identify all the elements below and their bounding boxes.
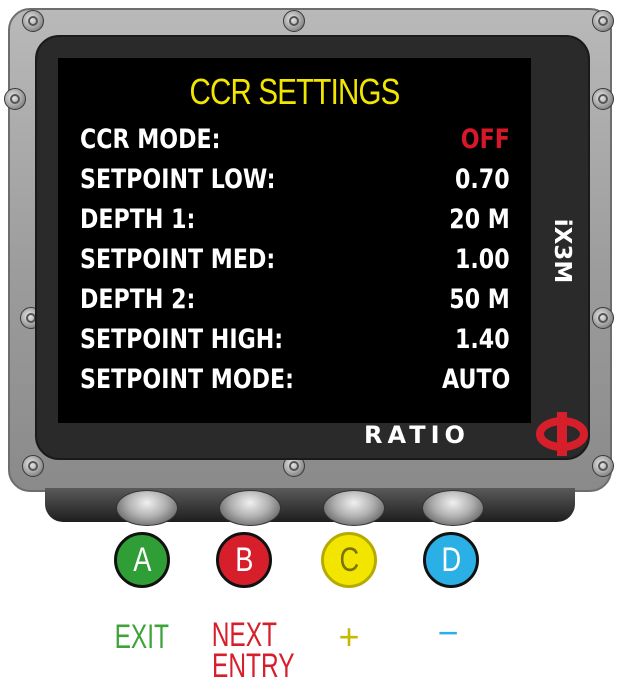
screen-title: CCR SETTINGS	[189, 71, 401, 112]
setting-label: DEPTH 1:	[80, 204, 196, 235]
screw-icon	[592, 307, 614, 329]
setting-label: SETPOINT MODE:	[80, 364, 295, 395]
screw-icon	[592, 88, 614, 110]
setting-value: AUTO	[441, 364, 510, 395]
setting-label: SETPOINT MED:	[80, 244, 276, 275]
button-knob-c[interactable]	[323, 490, 385, 526]
setting-row-setpoint-high[interactable]: SETPOINT HIGH: 1.40	[80, 324, 510, 362]
caption-line-2: ENTRY	[212, 647, 295, 685]
button-a-letter: A	[132, 541, 152, 579]
button-b-badge[interactable]: B	[216, 532, 272, 588]
setting-label: SETPOINT HIGH:	[80, 324, 284, 355]
setting-value: OFF	[460, 124, 510, 155]
display-screen: CCR SETTINGS CCR MODE: OFF SETPOINT LOW:…	[58, 58, 531, 423]
setting-value: 1.40	[455, 324, 510, 355]
phi-logo-icon	[536, 412, 588, 456]
brand-name: RATIO	[364, 421, 470, 449]
model-name: iX3M	[549, 218, 575, 284]
setting-label: SETPOINT LOW:	[80, 164, 276, 195]
button-c-letter: C	[339, 541, 359, 579]
setting-row-depth-2[interactable]: DEPTH 2: 50 M	[80, 284, 510, 322]
screw-icon	[592, 455, 614, 477]
button-d-letter: D	[441, 541, 461, 579]
setting-label: DEPTH 2:	[80, 284, 196, 315]
button-b-letter: B	[234, 541, 254, 579]
next-entry-caption: NEXT ENTRY	[196, 618, 295, 685]
screw-icon	[4, 88, 26, 110]
setting-value: 20 M	[449, 204, 510, 235]
plus-caption: +	[338, 616, 360, 657]
setting-row-setpoint-mode[interactable]: SETPOINT MODE: AUTO	[80, 364, 510, 402]
setting-value: 0.70	[455, 164, 510, 195]
screw-icon	[22, 455, 44, 477]
model-label: iX3M	[532, 214, 590, 294]
button-knob-b[interactable]	[219, 490, 281, 526]
setting-value: 1.00	[455, 244, 510, 275]
setting-row-ccr-mode[interactable]: CCR MODE: OFF	[80, 124, 510, 162]
screw-icon	[592, 10, 614, 32]
button-d-badge[interactable]: D	[423, 532, 479, 588]
setting-row-setpoint-low[interactable]: SETPOINT LOW: 0.70	[80, 164, 510, 202]
button-knob-d[interactable]	[422, 490, 484, 526]
setting-row-depth-1[interactable]: DEPTH 1: 20 M	[80, 204, 510, 242]
button-a-badge[interactable]: A	[114, 532, 170, 588]
screw-icon	[22, 10, 44, 32]
setting-label: CCR MODE:	[80, 124, 221, 155]
setting-value: 50 M	[449, 284, 510, 315]
exit-caption: EXIT	[114, 618, 170, 656]
minus-caption: −	[437, 612, 459, 653]
button-c-badge[interactable]: C	[321, 532, 377, 588]
button-knob-a[interactable]	[116, 490, 178, 526]
setting-row-setpoint-med[interactable]: SETPOINT MED: 1.00	[80, 244, 510, 282]
screw-icon	[283, 10, 305, 32]
